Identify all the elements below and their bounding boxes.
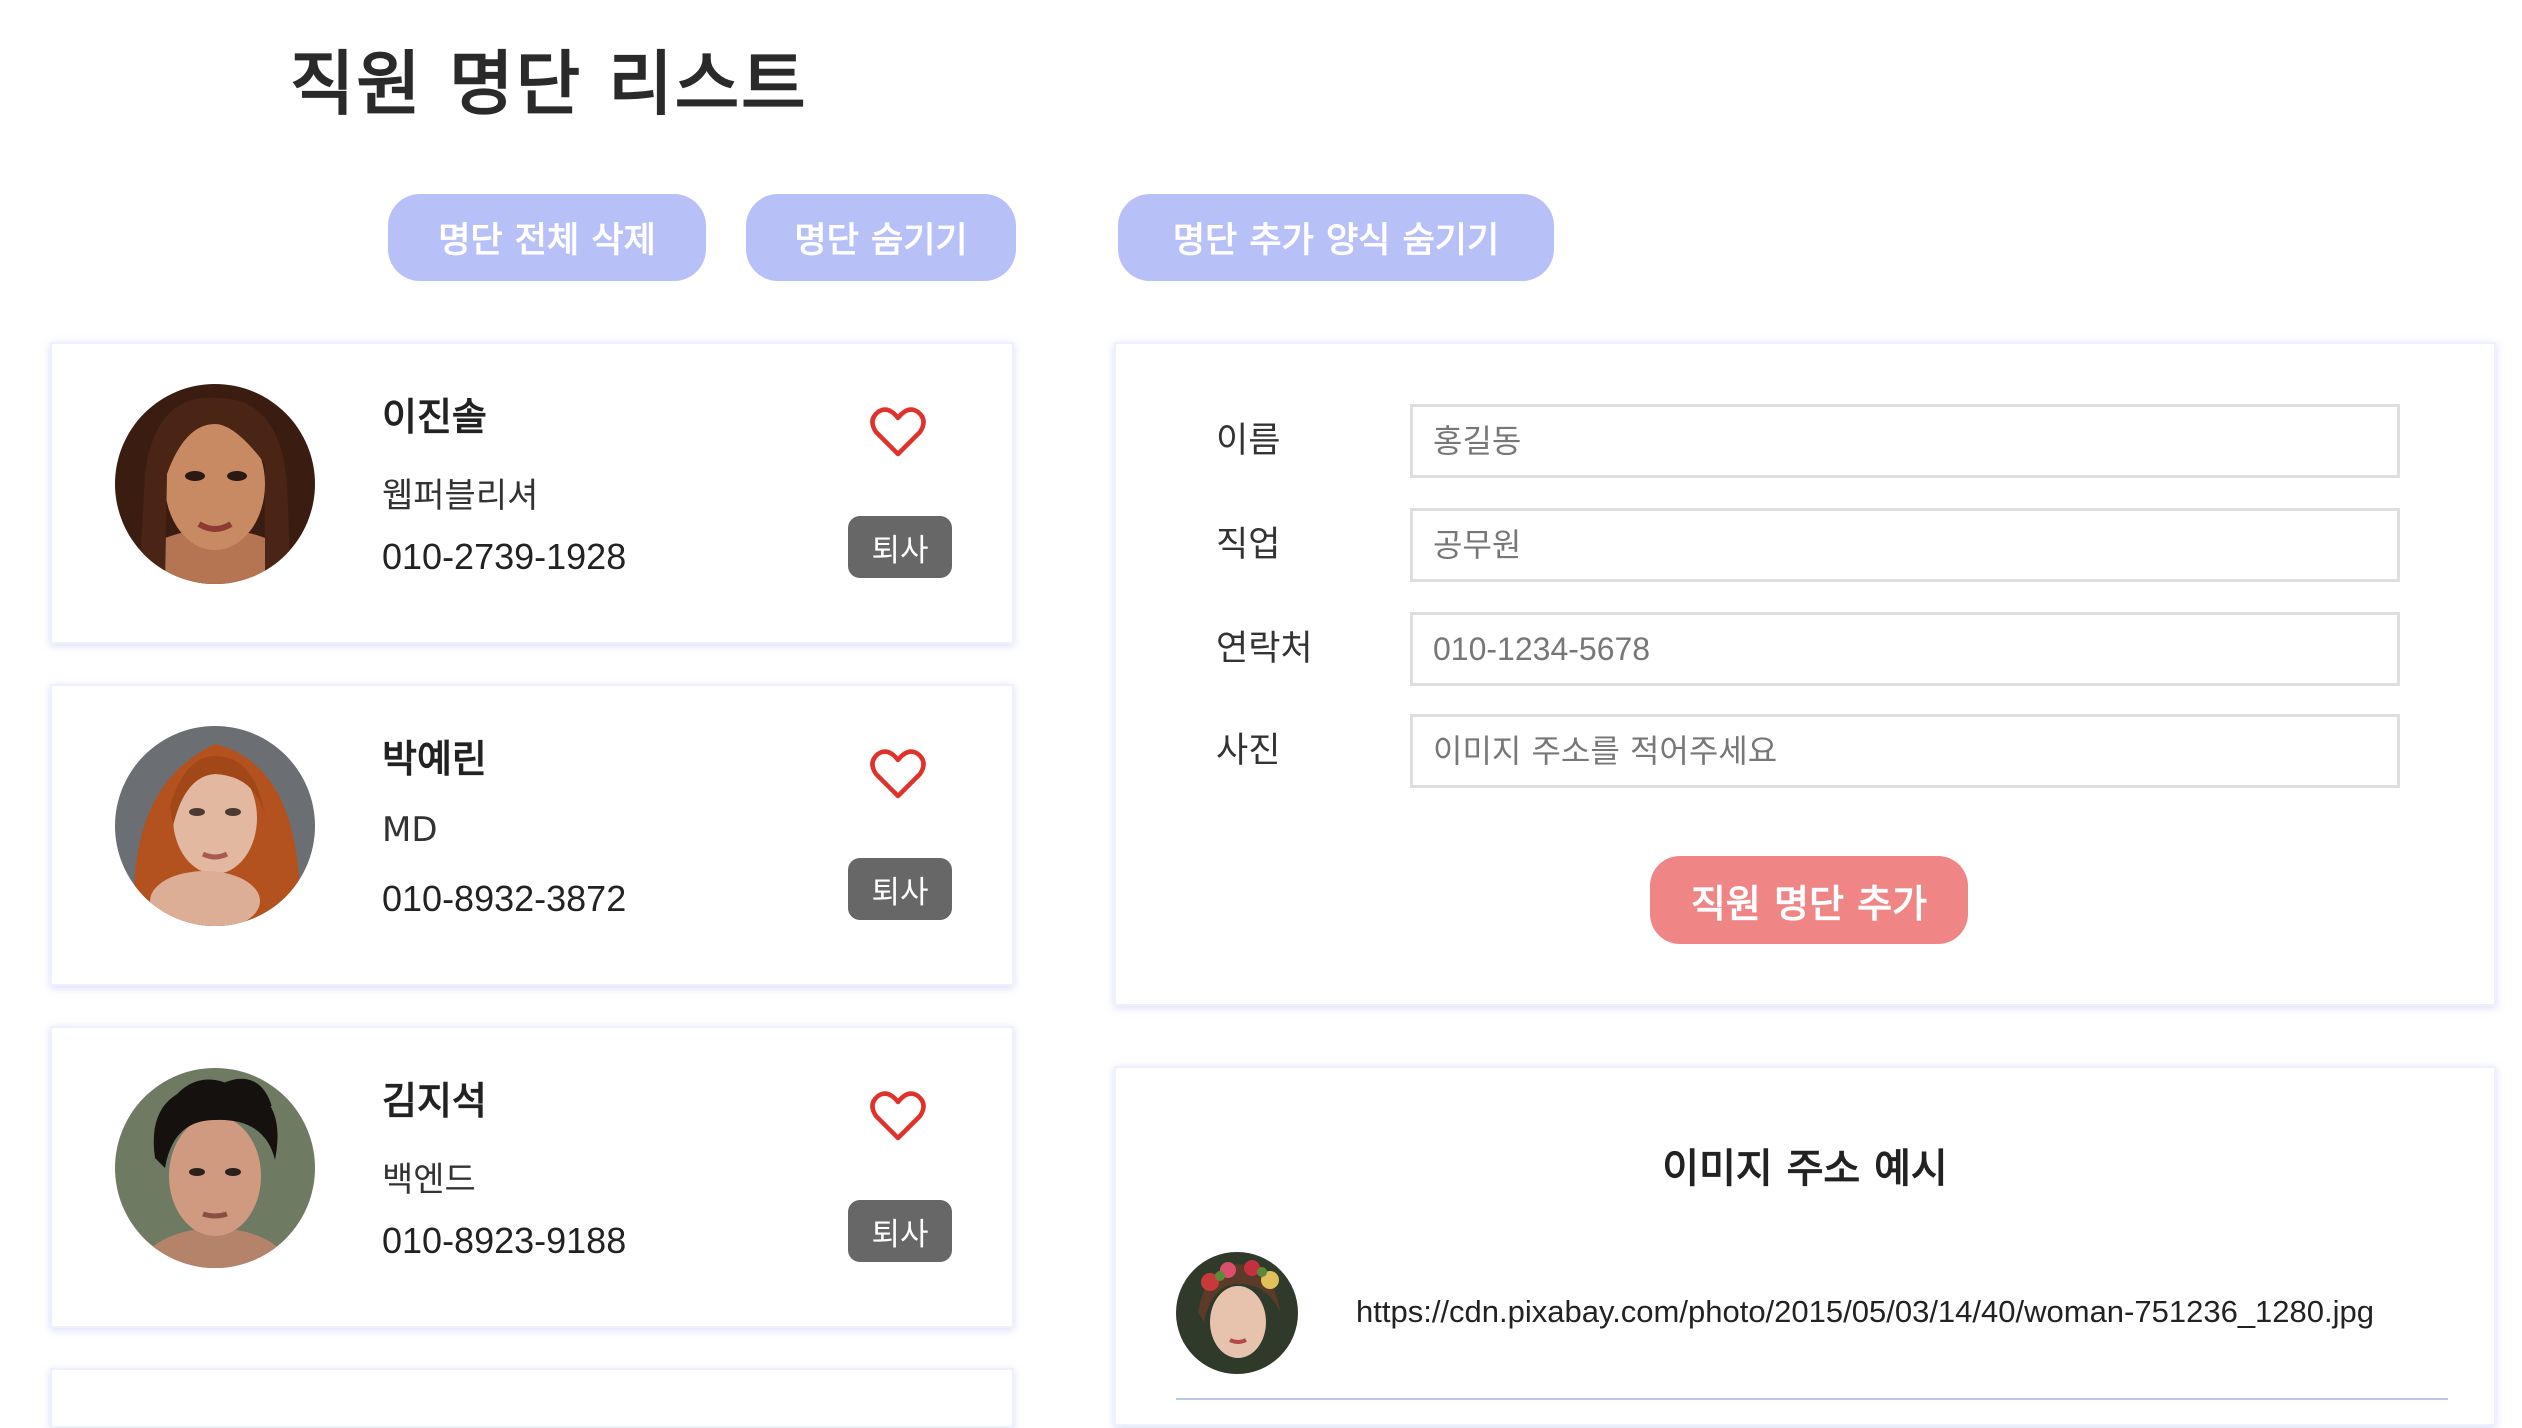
- employee-name: 김지석: [382, 1079, 487, 1123]
- phone-label: 연락처: [1216, 629, 1313, 669]
- photo-label: 사진: [1216, 731, 1281, 771]
- employee-name: 박예린: [382, 737, 487, 781]
- name-label: 이름: [1216, 421, 1281, 461]
- quit-button[interactable]: 퇴사: [848, 858, 952, 920]
- employee-photo: [115, 1068, 315, 1268]
- employee-job: 웹퍼블리셔: [382, 476, 539, 516]
- example-photo: [1176, 1252, 1298, 1374]
- image-url-example: 이미지 주소 예시 https://cdn.pixabay.com/photo/…: [1114, 1066, 2496, 1426]
- example-url: https://cdn.pixabay.com/photo/2015/05/03…: [1356, 1294, 2375, 1329]
- quit-button[interactable]: 퇴사: [848, 1200, 952, 1262]
- employee-job: MD: [382, 810, 438, 850]
- photo-url-input[interactable]: [1410, 714, 2400, 788]
- add-employee-form: 이름 직업 연락처 사진 직원 명단 추가: [1114, 342, 2496, 1006]
- employee-photo: [115, 726, 315, 926]
- job-input[interactable]: [1410, 508, 2400, 582]
- heart-icon[interactable]: [870, 748, 926, 800]
- delete-all-button[interactable]: 명단 전체 삭제: [388, 194, 706, 281]
- employee-card: 김지석 백엔드 010-8923-9188 퇴사: [50, 1026, 1014, 1328]
- heart-icon[interactable]: [870, 406, 926, 458]
- example-title: 이미지 주소 예시: [1662, 1146, 1948, 1192]
- hide-list-button[interactable]: 명단 숨기기: [746, 194, 1016, 281]
- employee-card: 박예린 MD 010-8932-3872 퇴사: [50, 684, 1014, 986]
- phone-input[interactable]: [1410, 612, 2400, 686]
- employee-phone: 010-2739-1928: [382, 536, 627, 577]
- job-label: 직업: [1216, 525, 1281, 565]
- quit-button[interactable]: 퇴사: [848, 516, 952, 578]
- employee-card: [50, 1368, 1014, 1428]
- employee-job: 백엔드: [382, 1160, 476, 1200]
- divider: [1176, 1398, 2448, 1400]
- employee-photo: [115, 384, 315, 584]
- employee-name: 이진솔: [382, 395, 487, 439]
- heart-icon[interactable]: [870, 1090, 926, 1142]
- page-title: 직원 명단 리스트: [290, 43, 808, 125]
- employee-phone: 010-8932-3872: [382, 878, 627, 919]
- add-employee-button[interactable]: 직원 명단 추가: [1650, 856, 1968, 944]
- employee-phone: 010-8923-9188: [382, 1220, 627, 1261]
- hide-form-button[interactable]: 명단 추가 양식 숨기기: [1118, 194, 1554, 281]
- name-input[interactable]: [1410, 404, 2400, 478]
- employee-card: 이진솔 웹퍼블리셔 010-2739-1928 퇴사: [50, 342, 1014, 644]
